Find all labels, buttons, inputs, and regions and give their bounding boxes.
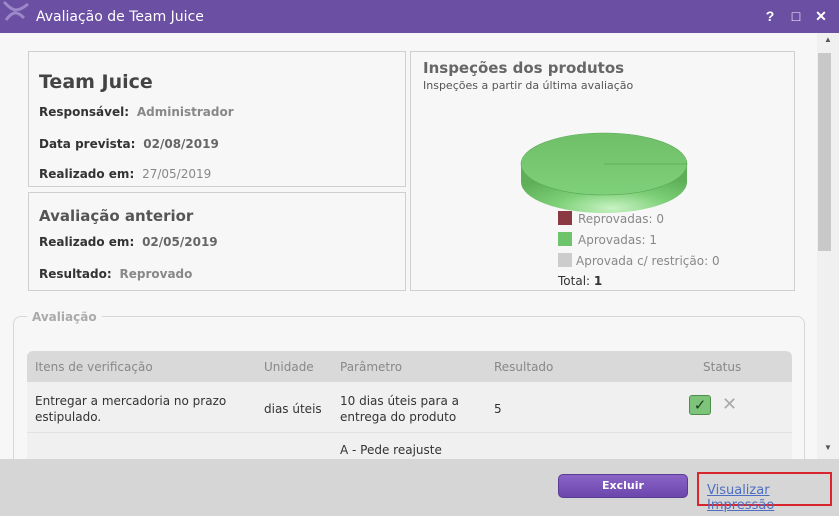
- legend-label: Aprovadas:: [578, 233, 646, 247]
- header-status: Status: [703, 360, 742, 374]
- vertical-scrollbar[interactable]: ▲ ▼: [817, 33, 839, 459]
- table-row[interactable]: A - Pede reajuste: [27, 433, 792, 459]
- legend-aprovada-restricao: Aprovada c/ restrição: 0: [558, 253, 720, 268]
- previous-resultado-value: Reprovado: [119, 267, 193, 281]
- cell-resultado: 5: [494, 402, 502, 416]
- cell-parametro-line: 10 dias úteis para a: [340, 394, 459, 408]
- previous-realizado-row: Realizado em: 02/05/2019: [39, 235, 218, 249]
- evaluation-legend: Avaliação: [27, 310, 102, 324]
- legend-value: 0: [711, 254, 720, 268]
- status-reject-x-icon[interactable]: ✕: [722, 396, 737, 414]
- app-logo-icon: [2, 0, 29, 21]
- legend-total: Total: 1: [558, 274, 602, 289]
- print-preview-link[interactable]: Visualizar Impressão: [707, 483, 839, 513]
- status-approve-check-icon[interactable]: ✓: [689, 395, 711, 415]
- data-prevista-row: Data prevista: 02/08/2019: [39, 137, 219, 151]
- legend-value: 1: [649, 233, 658, 247]
- previous-resultado-row: Resultado: Reprovado: [39, 267, 192, 281]
- legend-value: 0: [656, 212, 664, 226]
- cell-item-line: estipulado.: [35, 410, 102, 424]
- previous-realizado-label: Realizado em:: [39, 235, 135, 249]
- evaluation-dialog: Avaliação de Team Juice ? □ ✕ Team Juice…: [0, 0, 839, 516]
- scroll-up-arrow-icon[interactable]: ▲: [817, 35, 839, 49]
- header-resultado: Resultado: [494, 360, 554, 374]
- header-parametro: Parâmetro: [340, 360, 403, 374]
- previous-resultado-label: Resultado:: [39, 267, 112, 281]
- title-bar[interactable]: Avaliação de Team Juice ? □ ✕: [0, 0, 839, 33]
- responsavel-row: Responsável: Administrador: [39, 105, 234, 119]
- total-value: 1: [593, 274, 603, 288]
- delete-button[interactable]: Excluir: [558, 474, 688, 498]
- realizado-row: Realizado em: 27/05/2019: [39, 167, 211, 181]
- header-itens: Itens de verificação: [35, 360, 153, 374]
- previous-evaluation-title: Avaliação anterior: [39, 207, 194, 225]
- total-label: Total:: [558, 274, 591, 288]
- legend-reprovadas: Reprovadas: 0: [558, 211, 664, 226]
- cell-item-line: Entregar a mercadoria no prazo: [35, 394, 227, 408]
- cell-item: Entregar a mercadoria no prazo estipulad…: [35, 393, 226, 425]
- scrollbar-thumb[interactable]: [818, 53, 831, 251]
- responsavel-value: Administrador: [136, 105, 234, 119]
- legend-label: Reprovadas:: [578, 212, 653, 226]
- dialog-content: Team Juice Responsável: Administrador Da…: [0, 33, 817, 459]
- close-button[interactable]: ✕: [811, 6, 831, 26]
- window-title: Avaliação de Team Juice: [36, 9, 204, 25]
- scroll-down-arrow-icon[interactable]: ▼: [817, 443, 839, 457]
- cell-parametro: 10 dias úteis para a entrega do produto: [340, 393, 459, 425]
- legend-swatch-aprovada-restricao: [558, 253, 572, 267]
- header-unidade: Unidade: [264, 360, 314, 374]
- legend-swatch-reprovadas: [558, 211, 572, 225]
- data-prevista-value: 02/08/2019: [143, 137, 219, 151]
- legend-swatch-aprovadas: [558, 232, 572, 246]
- responsavel-label: Responsável:: [39, 105, 130, 119]
- legend-aprovadas: Aprovadas: 1: [558, 232, 657, 247]
- realizado-label: Realizado em:: [39, 167, 135, 181]
- inspections-chart-panel: Inspeções dos produtos Inspeções a parti…: [410, 51, 795, 291]
- cell-parametro: A - Pede reajuste: [340, 443, 442, 457]
- table-row[interactable]: Entregar a mercadoria no prazo estipulad…: [27, 382, 792, 433]
- data-prevista-label: Data prevista:: [39, 137, 136, 151]
- summary-panel: Team Juice Responsável: Administrador Da…: [28, 51, 406, 187]
- cell-unidade: dias úteis: [264, 402, 322, 416]
- table-header: Itens de verificação Unidade Parâmetro R…: [27, 351, 792, 382]
- previous-evaluation-panel: Avaliação anterior Realizado em: 02/05/2…: [28, 192, 406, 291]
- previous-realizado-value: 02/05/2019: [142, 235, 218, 249]
- realizado-value: 27/05/2019: [142, 167, 212, 181]
- help-button[interactable]: ?: [760, 6, 780, 26]
- maximize-button[interactable]: □: [786, 6, 806, 26]
- cell-parametro-line: entrega do produto: [340, 410, 457, 424]
- team-name: Team Juice: [39, 71, 153, 93]
- legend-label: Aprovada c/ restrição:: [576, 254, 709, 268]
- dialog-footer: Excluir Visualizar Impressão: [0, 459, 839, 516]
